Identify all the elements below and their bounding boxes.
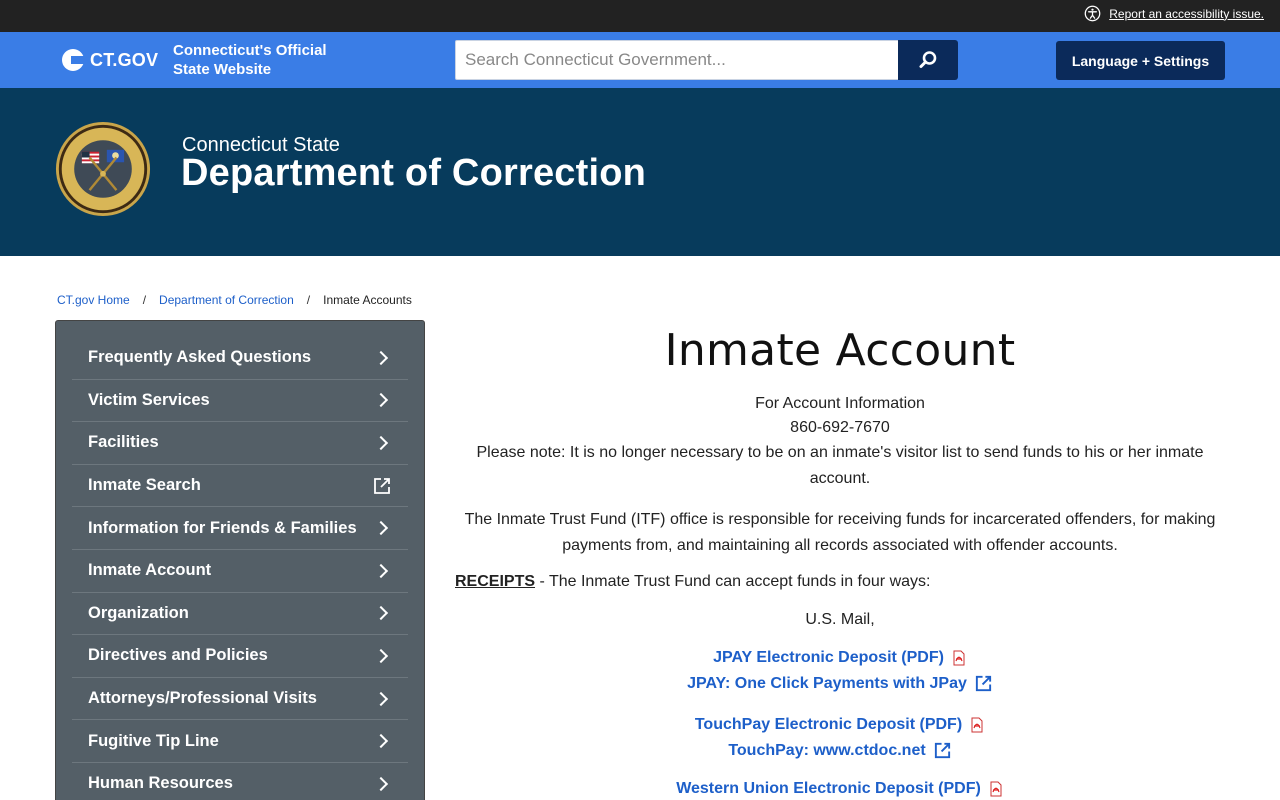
chevron-right-icon <box>373 563 389 578</box>
breadcrumb: CT.gov Home / Department of Correction /… <box>57 293 412 307</box>
sidebar-item-inmate-account[interactable]: Inmate Account <box>72 550 408 593</box>
sidebar-item-label: Inmate Account <box>88 561 212 580</box>
accessibility-icon <box>1084 5 1101 22</box>
breadcrumb-department[interactable]: Department of Correction <box>159 293 294 307</box>
visitor-list-note: Please note: It is no longer necessary t… <box>476 444 1204 487</box>
sidebar-item-label: Frequently Asked Questions <box>88 348 312 367</box>
jpay-pdf-link[interactable]: JPAY Electronic Deposit (PDF) <box>713 649 967 667</box>
sidebar-item-label: Attorneys/Professional Visits <box>88 689 317 708</box>
chevron-right-icon <box>373 648 389 664</box>
chevron-right-icon <box>373 691 389 706</box>
receipts-text: - The Inmate Trust Fund can accept funds… <box>535 573 931 590</box>
breadcrumb-separator: / <box>306 293 311 307</box>
sidebar-item-inmate-search[interactable]: Inmate Search <box>72 465 408 508</box>
ct-gov-logo[interactable]: CT.GOV <box>62 49 158 71</box>
jpay-web-link[interactable]: JPAY: One Click Payments with JPay <box>687 674 993 693</box>
external-link-icon <box>934 742 950 759</box>
accessibility-link-label[interactable]: Report an accessibility issue. <box>1109 7 1264 21</box>
tagline-line1: Connecticut's Official <box>173 42 327 59</box>
sidebar-item-label: Information for Friends & Families <box>88 518 357 537</box>
main-content: Inmate Account For Account Information 8… <box>455 320 1225 800</box>
sidebar-item-label: Facilities <box>88 433 159 452</box>
chevron-right-icon <box>373 776 389 791</box>
sidebar-item-directives-policies[interactable]: Directives and Policies <box>72 635 408 678</box>
ct-gov-bar: CT.GOV Connecticut's Official State Webs… <box>0 32 1280 88</box>
touchpay-web-link-label: TouchPay: www.ctdoc.net <box>728 741 926 759</box>
sidebar-item-organization[interactable]: Organization <box>72 593 408 636</box>
accessibility-link[interactable]: Report an accessibility issue. <box>1084 5 1264 22</box>
search-input[interactable] <box>455 40 899 80</box>
breadcrumb-separator: / <box>142 293 147 307</box>
jpay-links: JPAY Electronic Deposit (PDF) JPAY: One … <box>455 649 1225 699</box>
jpay-pdf-link-label: JPAY Electronic Deposit (PDF) <box>713 649 944 666</box>
sidebar-item-human-resources[interactable]: Human Resources <box>72 763 408 800</box>
ct-logo-icon <box>62 49 84 71</box>
breadcrumb-ct-gov-home[interactable]: CT.gov Home <box>57 293 130 307</box>
external-link-icon <box>975 675 992 692</box>
receipts-label: RECEIPTS <box>455 573 536 590</box>
pdf-icon <box>990 781 1002 797</box>
touchpay-pdf-link[interactable]: TouchPay Electronic Deposit (PDF) <box>695 716 985 734</box>
sidebar-item-faq[interactable]: Frequently Asked Questions <box>72 337 408 380</box>
sidebar-item-friends-families[interactable]: Information for Friends & Families <box>72 507 408 550</box>
sidebar-item-victim-services[interactable]: Victim Services <box>72 380 408 423</box>
top-bar: Report an accessibility issue. <box>0 0 1280 32</box>
page-title: Inmate Account <box>664 325 1016 376</box>
side-navigation: Frequently Asked Questions Victim Servic… <box>55 320 425 800</box>
touchpay-links: TouchPay Electronic Deposit (PDF) TouchP… <box>455 716 1225 766</box>
department-seal-icon[interactable] <box>55 121 151 217</box>
chevron-right-icon <box>373 435 389 451</box>
receipts-paragraph: RECEIPTS - The Inmate Trust Fund can acc… <box>455 573 1225 591</box>
chevron-right-icon <box>373 393 389 408</box>
sidebar-item-attorneys-visits[interactable]: Attorneys/Professional Visits <box>72 678 408 721</box>
sidebar-item-label: Human Resources <box>88 774 233 793</box>
sidebar-item-label: Fugitive Tip Line <box>88 731 219 750</box>
chevron-right-icon <box>373 734 389 749</box>
breadcrumb-current: Inmate Accounts <box>323 293 412 307</box>
sidebar-item-label: Inmate Search <box>88 476 201 495</box>
sidebar-item-label: Victim Services <box>88 390 210 409</box>
western-union-pdf-link-label: Western Union Electronic Deposit (PDF) <box>676 780 981 797</box>
itf-description: The Inmate Trust Fund (ITF) office is re… <box>464 511 1216 554</box>
chevron-right-icon <box>373 606 389 621</box>
agency-title[interactable]: Department of Correction <box>181 152 646 195</box>
touchpay-pdf-link-label: TouchPay Electronic Deposit (PDF) <box>694 716 963 733</box>
tagline-line2: State Website <box>173 61 272 78</box>
pdf-icon <box>953 650 965 666</box>
agency-banner: Connecticut State Department of Correcti… <box>0 88 1280 256</box>
sidebar-item-label: Organization <box>88 603 189 622</box>
western-union-pdf-link[interactable]: Western Union Electronic Deposit (PDF) <box>676 780 1004 798</box>
external-link-icon <box>374 477 390 494</box>
touchpay-web-link[interactable]: TouchPay: www.ctdoc.net <box>728 741 951 760</box>
sidebar-item-label: Directives and Policies <box>88 646 268 665</box>
jpay-web-link-label: JPAY: One Click Payments with JPay <box>687 674 967 692</box>
search-button[interactable] <box>898 40 958 80</box>
site-tagline: Connecticut's Official State Website <box>173 41 343 79</box>
search-icon <box>919 51 937 68</box>
sidebar-item-fugitive-tip-line[interactable]: Fugitive Tip Line <box>72 720 408 763</box>
us-mail-text: U.S. Mail, <box>805 611 875 628</box>
western-union-links: Western Union Electronic Deposit (PDF) <box>455 780 1225 800</box>
chevron-right-icon <box>373 521 389 536</box>
account-info-heading: For Account Information <box>755 395 925 412</box>
account-phone: 860-692-7670 <box>790 419 890 436</box>
language-settings-button[interactable]: Language + Settings <box>1056 41 1225 80</box>
pdf-icon <box>971 717 983 733</box>
sidebar-item-facilities[interactable]: Facilities <box>72 422 408 465</box>
chevron-right-icon <box>373 350 389 365</box>
ct-gov-logo-text: CT.GOV <box>90 49 159 70</box>
